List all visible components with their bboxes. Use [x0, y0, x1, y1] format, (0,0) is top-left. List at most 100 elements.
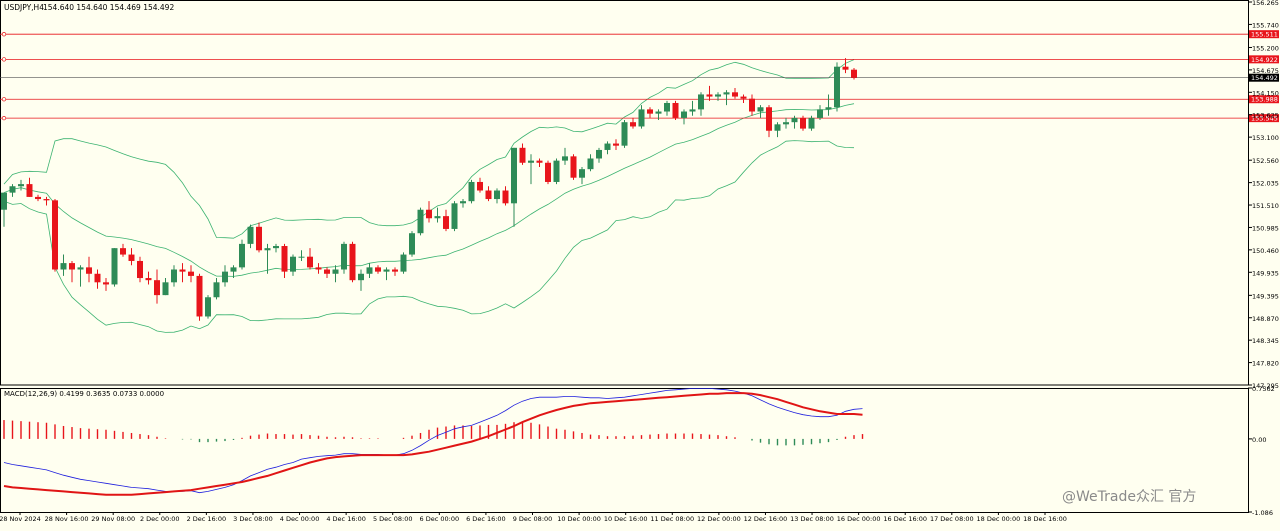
candle-body[interactable] — [545, 162, 551, 182]
candle-body[interactable] — [443, 216, 449, 229]
candle-body[interactable] — [111, 248, 118, 285]
candle-body[interactable] — [460, 201, 466, 204]
candle-body[interactable] — [239, 243, 245, 268]
candle-body[interactable] — [145, 278, 152, 281]
trading-chart[interactable]: 155.511 154.922 153.988 153.545 154.492 156.… — [0, 0, 1280, 527]
candle-body[interactable] — [307, 256, 313, 268]
candle-body[interactable] — [417, 209, 424, 234]
candle-body[interactable] — [171, 269, 177, 283]
candle-body[interactable] — [553, 160, 560, 182]
candle-body[interactable] — [264, 248, 271, 251]
candle-body[interactable] — [196, 275, 203, 317]
candle-body[interactable] — [511, 147, 517, 204]
candle-body[interactable] — [43, 199, 50, 201]
candle-body[interactable] — [621, 122, 628, 146]
candle-body[interactable] — [596, 149, 602, 159]
candle-body[interactable] — [715, 94, 721, 97]
candle-body[interactable] — [137, 260, 143, 279]
candle-body[interactable] — [69, 263, 75, 270]
level-anchor-marker[interactable] — [1, 32, 7, 37]
candle-body[interactable] — [358, 273, 364, 281]
candle-body[interactable] — [341, 243, 347, 270]
candle-body[interactable] — [86, 267, 92, 274]
candle-body[interactable] — [179, 269, 186, 272]
candle-body[interactable] — [502, 190, 509, 204]
candle-body[interactable] — [154, 280, 160, 296]
candle-body[interactable] — [613, 143, 619, 146]
candle-body[interactable] — [672, 102, 679, 118]
candle-body[interactable] — [808, 117, 815, 129]
candle-body[interactable] — [26, 184, 33, 197]
candle-body[interactable] — [800, 117, 806, 129]
candle-body[interactable] — [783, 122, 789, 125]
candle-body[interactable] — [587, 158, 594, 170]
candle-body[interactable] — [519, 147, 526, 163]
candle-body[interactable] — [689, 109, 696, 112]
candle-body[interactable] — [256, 226, 262, 251]
candle-body[interactable] — [188, 271, 194, 276]
candle-body[interactable] — [485, 190, 492, 200]
candle-body[interactable] — [60, 263, 67, 270]
candle-body[interactable] — [740, 96, 747, 99]
candle-body[interactable] — [298, 256, 305, 258]
candle-body[interactable] — [562, 156, 568, 161]
candle-body[interactable] — [324, 269, 330, 274]
candle-body[interactable] — [630, 122, 636, 127]
level-anchor-marker[interactable] — [1, 115, 7, 121]
candle-body[interactable] — [247, 226, 254, 244]
chart-svg[interactable]: 155.511154.922153.988153.545154.492 156.… — [0, 0, 1280, 527]
candle-body[interactable] — [817, 109, 823, 118]
candle-body[interactable] — [366, 267, 373, 274]
candle-body[interactable] — [468, 181, 475, 202]
candle-body[interactable] — [706, 94, 713, 97]
candle-body[interactable] — [400, 254, 407, 272]
candle-body[interactable] — [451, 203, 458, 229]
candle-body[interactable] — [120, 248, 126, 255]
candle-body[interactable] — [664, 102, 670, 112]
candle-body[interactable] — [570, 156, 577, 178]
candle-body[interactable] — [103, 282, 109, 285]
candle-body[interactable] — [77, 267, 84, 270]
candle-body[interactable] — [426, 209, 432, 219]
candle-body[interactable] — [749, 98, 755, 112]
candle-body[interactable] — [791, 117, 798, 123]
candle-body[interactable] — [494, 190, 500, 200]
candle-body[interactable] — [638, 109, 645, 127]
candle-body[interactable] — [52, 200, 58, 270]
candle-body[interactable] — [579, 169, 585, 178]
candle-body[interactable] — [655, 111, 662, 114]
candle-body[interactable] — [723, 92, 730, 95]
candle-body[interactable] — [213, 282, 220, 298]
candle-body[interactable] — [434, 216, 441, 219]
candle-body[interactable] — [681, 111, 687, 118]
candle-body[interactable] — [409, 233, 415, 255]
candle-body[interactable] — [162, 282, 169, 296]
candle-body[interactable] — [732, 92, 738, 97]
candle-body[interactable] — [290, 256, 296, 272]
candle-body[interactable] — [222, 271, 228, 283]
candle-body[interactable] — [647, 109, 653, 114]
candle-body[interactable] — [774, 124, 781, 131]
candle-body[interactable] — [757, 107, 764, 112]
level-anchor-marker[interactable] — [1, 57, 7, 62]
candle-body[interactable] — [281, 246, 288, 272]
candle-body[interactable] — [315, 267, 322, 270]
candle-body[interactable] — [9, 186, 16, 193]
candle-body[interactable] — [528, 160, 534, 163]
level-anchor-marker[interactable] — [1, 97, 7, 102]
candle-body[interactable] — [825, 107, 832, 110]
candle-body[interactable] — [851, 69, 857, 78]
candle-body[interactable] — [205, 297, 211, 317]
candle-body[interactable] — [536, 160, 543, 163]
candle-body[interactable] — [842, 66, 849, 70]
candle-body[interactable] — [604, 143, 611, 150]
candle-body[interactable] — [94, 273, 101, 283]
candle-body[interactable] — [1, 192, 7, 210]
candle-body[interactable] — [392, 269, 398, 272]
candle-body[interactable] — [698, 94, 704, 110]
candle-body[interactable] — [375, 267, 381, 272]
candle-body[interactable] — [273, 246, 279, 249]
candle-body[interactable] — [18, 184, 24, 187]
candle-body[interactable] — [128, 254, 135, 261]
candle-body[interactable] — [35, 196, 41, 200]
